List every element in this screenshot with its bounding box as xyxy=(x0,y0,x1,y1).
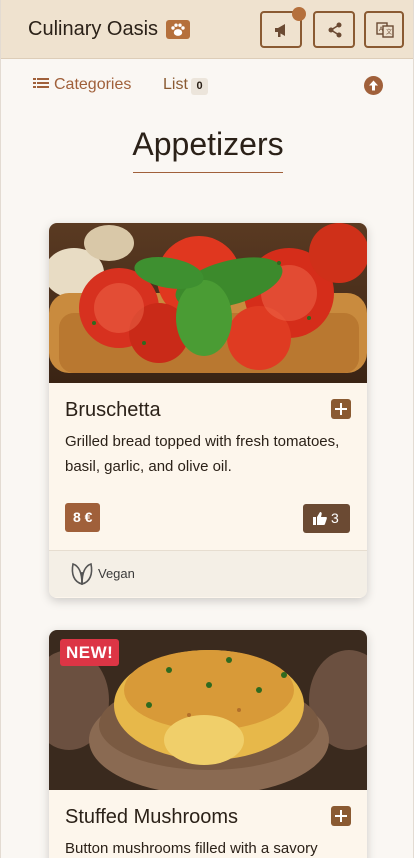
list-count-badge: 0 xyxy=(191,78,208,95)
megaphone-icon xyxy=(275,24,285,37)
scroll-to-top-icon[interactable] xyxy=(364,76,383,100)
category-nav: Categories List 0 xyxy=(1,60,413,110)
language-button[interactable]: A 文 xyxy=(364,11,404,48)
like-count: 3 xyxy=(331,510,339,526)
language-icon: A 文 xyxy=(376,22,394,38)
item-name: Bruschetta xyxy=(65,399,161,421)
svg-text:文: 文 xyxy=(386,28,392,36)
like-button[interactable]: 3 xyxy=(303,504,350,533)
page-title: Appetizers xyxy=(132,126,284,162)
add-to-list-button[interactable] xyxy=(331,806,351,826)
share-icon xyxy=(328,22,342,38)
menu-item-card[interactable]: Bruschetta Grilled bread topped with fre… xyxy=(49,223,367,598)
brand-name[interactable]: Culinary Oasis xyxy=(28,18,158,41)
item-name: Stuffed Mushrooms xyxy=(65,806,239,828)
list-icon xyxy=(33,78,49,88)
paw-icon xyxy=(166,20,190,39)
item-description: Button mushrooms filled with a savory xyxy=(65,840,318,857)
menu-item-card[interactable]: NEW! Stuffed Mushrooms Button mushrooms … xyxy=(49,630,367,858)
notification-dot xyxy=(292,7,306,21)
app-header: Culinary Oasis A 文 xyxy=(1,0,413,59)
vegan-label: Vegan xyxy=(98,566,135,581)
share-button[interactable] xyxy=(313,11,355,48)
thumbs-up-icon xyxy=(313,512,327,525)
new-badge: NEW! xyxy=(60,639,120,666)
title-underline xyxy=(133,172,283,173)
list-link[interactable]: List xyxy=(163,76,188,94)
dietary-tags: Vegan xyxy=(49,550,367,597)
bruschetta-photo xyxy=(49,223,367,383)
vegan-icon xyxy=(69,560,95,591)
price-badge: 8 € xyxy=(65,503,101,532)
add-to-list-button[interactable] xyxy=(331,399,351,419)
item-description: Grilled bread topped with fresh tomatoes… xyxy=(65,433,340,475)
categories-label: Categories xyxy=(54,76,132,93)
